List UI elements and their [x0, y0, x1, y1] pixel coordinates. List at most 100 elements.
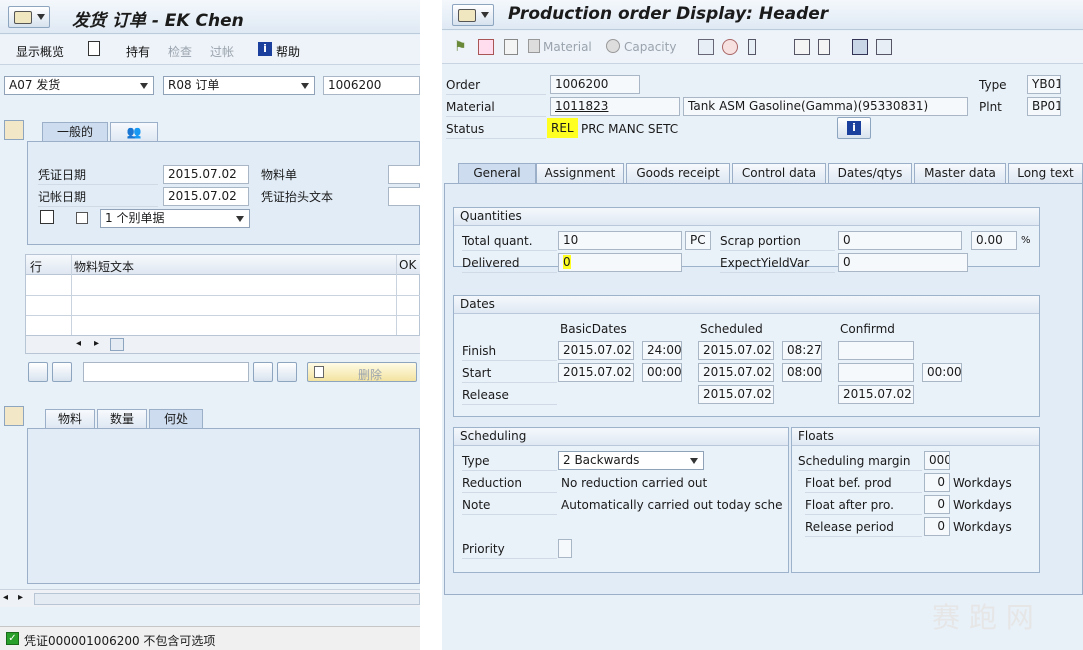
movement-type-select[interactable]: A07 发货: [4, 76, 154, 95]
note-value: Automatically carried out today sched…: [561, 498, 783, 512]
scroll-thumb[interactable]: [110, 338, 124, 351]
print-checkbox[interactable]: [76, 212, 88, 224]
start-basic-date[interactable]: 2015.07.02: [558, 363, 634, 382]
document-icon[interactable]: [818, 39, 830, 55]
material-number-field[interactable]: 1011823: [550, 97, 680, 116]
material-slip-label: 物料单: [261, 168, 298, 182]
col-ok-header: OK: [399, 258, 417, 272]
start-confirmed-time[interactable]: 00:00: [922, 363, 962, 382]
finish-scheduled-time[interactable]: 08:27: [782, 341, 822, 360]
priority-field[interactable]: [558, 539, 572, 558]
scroll-right-icon[interactable]: ▸: [18, 592, 23, 603]
delete-button[interactable]: 删除: [307, 362, 417, 382]
scroll-thumb[interactable]: [34, 593, 420, 605]
find-button[interactable]: [253, 362, 273, 382]
check-button[interactable]: 检查: [168, 43, 192, 60]
post-button[interactable]: 过帐: [210, 43, 234, 60]
tab-control-data[interactable]: Control data: [732, 163, 826, 183]
item-detail-toggle-icon[interactable]: [4, 406, 24, 426]
tab-quantity[interactable]: 数量: [97, 409, 147, 429]
start-confirmed-date[interactable]: [838, 363, 914, 382]
header-text-input[interactable]: [388, 187, 421, 206]
release-confirmed-date[interactable]: 2015.07.02: [838, 385, 914, 404]
start-scheduled-time[interactable]: 08:00: [782, 363, 822, 382]
new-document-icon[interactable]: [88, 41, 100, 56]
info-icon: i: [258, 42, 272, 56]
material-slip-input[interactable]: [388, 165, 421, 184]
material-button[interactable]: Material: [543, 40, 592, 54]
scroll-left-icon[interactable]: ◂: [3, 592, 8, 603]
main-scrollbar[interactable]: ◂ ▸: [0, 589, 420, 607]
table-scrollbar[interactable]: ◂ ▸: [26, 335, 421, 353]
tab-where[interactable]: 何处: [149, 409, 203, 429]
doc-date-input[interactable]: 2015.07.02: [163, 165, 249, 184]
sched-margin-field[interactable]: 000: [924, 451, 950, 470]
item-search-input[interactable]: [83, 362, 249, 382]
order-type-field[interactable]: YB01: [1027, 75, 1061, 94]
post-date-input[interactable]: 2015.07.02: [163, 187, 249, 206]
filter-button[interactable]: [52, 362, 72, 382]
float-after-field[interactable]: 0: [924, 495, 950, 514]
material-description-field[interactable]: Tank ASM Gasoline(Gamma)(95330831): [683, 97, 968, 116]
scroll-left-icon[interactable]: ◂: [76, 338, 81, 349]
hold-button[interactable]: 持有: [126, 43, 150, 60]
scroll-right-icon[interactable]: ▸: [94, 338, 99, 349]
printer-icon[interactable]: [40, 210, 54, 224]
expect-yield-label: ExpectYieldVar: [720, 254, 835, 273]
hierarchy-icon[interactable]: [698, 39, 714, 55]
copy-icon[interactable]: [794, 39, 810, 55]
tab-assignment[interactable]: Assignment: [536, 163, 624, 183]
reference-type-select[interactable]: R08 订单: [163, 76, 315, 95]
tab-partner[interactable]: 👥: [110, 122, 158, 142]
start-scheduled-date[interactable]: 2015.07.02: [698, 363, 774, 382]
table-icon[interactable]: [852, 39, 868, 55]
tab-general[interactable]: 一般的: [42, 122, 108, 142]
delivered-field[interactable]: 0: [558, 253, 682, 272]
tab-goods-receipt[interactable]: Goods receipt: [626, 163, 730, 183]
sched-type-select[interactable]: 2 Backwards: [558, 451, 704, 470]
unit-field[interactable]: PC: [685, 231, 711, 250]
start-basic-time[interactable]: 00:00: [642, 363, 682, 382]
release-icon[interactable]: [478, 39, 494, 55]
tab-master-data[interactable]: Master data: [914, 163, 1006, 183]
release-scheduled-date[interactable]: 2015.07.02: [698, 385, 774, 404]
order-number-field[interactable]: 1006200: [550, 75, 640, 94]
tab-general[interactable]: General: [458, 163, 536, 183]
system-menu-button[interactable]: [452, 4, 494, 26]
sequence-icon[interactable]: [748, 39, 756, 55]
system-menu-button[interactable]: [8, 6, 50, 28]
scrap-portion-field[interactable]: 0: [838, 231, 962, 250]
print-version-select[interactable]: 1 个别单据: [100, 209, 250, 228]
tree-icon[interactable]: [876, 39, 892, 55]
calculator-icon[interactable]: [504, 39, 518, 55]
scrap-percent-field[interactable]: 0.00: [971, 231, 1017, 250]
float-before-field[interactable]: 0: [924, 473, 950, 492]
status-info-button[interactable]: i: [837, 117, 871, 139]
chevron-down-icon: [236, 216, 244, 222]
total-quantity-label: Total quant.: [462, 232, 557, 251]
finish-confirmed-date[interactable]: [838, 341, 914, 360]
select-all-button[interactable]: [28, 362, 48, 382]
finish-basic-time[interactable]: 24:00: [642, 341, 682, 360]
header-toggle-icon[interactable]: [4, 120, 24, 140]
scheduling-title: Scheduling: [454, 428, 788, 446]
tab-material[interactable]: 物料: [45, 409, 95, 429]
finish-basic-date[interactable]: 2015.07.02: [558, 341, 634, 360]
col-text-header: 物料短文本: [74, 260, 135, 274]
expect-yield-field[interactable]: 0: [838, 253, 968, 272]
flag-icon[interactable]: ⚑: [454, 39, 470, 55]
order-number-input[interactable]: 1006200: [323, 76, 420, 95]
tab-dates-qtys[interactable]: Dates/qtys: [828, 163, 912, 183]
release-period-field[interactable]: 0: [924, 517, 950, 536]
total-quantity-field[interactable]: 10: [558, 231, 682, 250]
tab-long-text[interactable]: Long text: [1008, 163, 1083, 183]
find-next-button[interactable]: [277, 362, 297, 382]
finish-scheduled-date[interactable]: 2015.07.02: [698, 341, 774, 360]
general-tab-panel: Quantities Total quant. 10 PC Scrap port…: [444, 183, 1083, 595]
help-button[interactable]: 帮助: [276, 43, 300, 60]
object-icon[interactable]: [722, 39, 738, 55]
plant-field[interactable]: BP01: [1027, 97, 1061, 116]
order-label: Order: [446, 76, 546, 95]
capacity-button[interactable]: Capacity: [624, 40, 676, 54]
overview-button[interactable]: 显示概览: [16, 43, 64, 60]
